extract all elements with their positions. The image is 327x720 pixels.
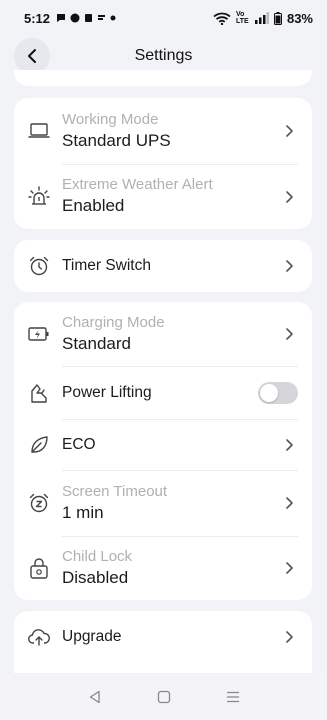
- app-icon: [85, 14, 93, 22]
- nav-home-icon[interactable]: [157, 690, 171, 704]
- screen-timeout-label: Screen Timeout: [62, 483, 168, 500]
- eco-label: ECO: [62, 436, 96, 453]
- dot-icon: [110, 15, 116, 21]
- upgrade-row[interactable]: Upgrade: [14, 611, 312, 663]
- message-icon: [57, 14, 66, 22]
- status-bar: 5:12 Vo LTE 83%: [0, 0, 327, 36]
- network-label: Vo LTE: [235, 11, 249, 25]
- messenger-icon: [70, 13, 80, 23]
- mode-card: Working Mode Standard UPS Extreme Weathe…: [14, 98, 312, 229]
- chevron-right-icon: [286, 125, 293, 137]
- back-button[interactable]: [14, 38, 50, 74]
- working-mode-label: Working Mode: [62, 111, 159, 128]
- screen-timeout-value: 1 min: [62, 503, 104, 522]
- child-lock-label: Child Lock: [62, 548, 133, 565]
- nav-back-icon[interactable]: [88, 690, 102, 704]
- working-mode-row[interactable]: Working Mode Standard UPS: [14, 98, 312, 164]
- toggle-knob: [260, 384, 278, 402]
- page-title: Settings: [134, 47, 193, 64]
- working-mode-value: Standard UPS: [62, 131, 171, 150]
- status-time: 5:12: [24, 10, 51, 26]
- app-icon-2: [98, 15, 106, 20]
- system-nav-bar: [0, 673, 327, 720]
- power-lifting-icon: [28, 382, 50, 404]
- wifi-icon: [213, 12, 231, 25]
- chevron-right-icon: [286, 260, 293, 272]
- battery-icon: [273, 11, 282, 25]
- laptop-icon: [28, 120, 50, 142]
- notification-icons: [56, 13, 116, 23]
- alarm-clock-icon: [28, 255, 50, 277]
- timer-switch-row[interactable]: Timer Switch: [14, 240, 312, 292]
- status-left: 5:12: [24, 11, 116, 26]
- chevron-right-icon: [286, 562, 293, 574]
- charging-mode-value: Standard: [62, 334, 131, 353]
- child-lock-row[interactable]: Child Lock Disabled: [14, 537, 312, 600]
- weather-alert-value: Enabled: [62, 196, 125, 215]
- power-lifting-label: Power Lifting: [62, 384, 152, 401]
- chevron-right-icon: [286, 439, 293, 451]
- chevron-left-icon: [28, 49, 36, 63]
- timer-card: Timer Switch: [14, 240, 312, 292]
- signal-icon: [254, 12, 269, 24]
- chevron-right-icon: [286, 631, 293, 643]
- weather-alert-row[interactable]: Extreme Weather Alert Enabled: [14, 165, 312, 229]
- chevron-right-icon: [286, 191, 293, 203]
- leaf-icon: [28, 434, 50, 456]
- charging-mode-label: Charging Mode: [62, 314, 165, 331]
- chevron-right-icon: [286, 497, 293, 509]
- cloud-upload-icon: [28, 626, 50, 648]
- charging-mode-row[interactable]: Charging Mode Standard: [14, 302, 312, 366]
- upgrade-label: Upgrade: [62, 628, 122, 645]
- weather-alert-icon: [28, 185, 50, 207]
- child-lock-value: Disabled: [62, 568, 129, 587]
- screen-timeout-row[interactable]: Screen Timeout 1 min: [14, 471, 312, 536]
- nav-menu-icon[interactable]: [226, 690, 240, 704]
- power-card: Charging Mode Standard Power Lifting ECO…: [14, 302, 312, 600]
- chevron-right-icon: [286, 328, 293, 340]
- lock-icon: [28, 557, 50, 579]
- sleep-clock-icon: [28, 492, 50, 514]
- battery-percent: 83%: [286, 10, 313, 26]
- battery-charging-icon: [28, 323, 50, 345]
- status-right: Vo LTE 83%: [213, 11, 313, 26]
- weather-alert-label: Extreme Weather Alert: [62, 176, 213, 193]
- timer-switch-label: Timer Switch: [62, 257, 151, 274]
- upgrade-card: Upgrade: [14, 611, 312, 673]
- eco-row[interactable]: ECO: [14, 420, 312, 470]
- power-lifting-toggle[interactable]: [258, 382, 298, 404]
- power-lifting-row: Power Lifting: [14, 367, 312, 419]
- previous-card-edge: [14, 70, 312, 86]
